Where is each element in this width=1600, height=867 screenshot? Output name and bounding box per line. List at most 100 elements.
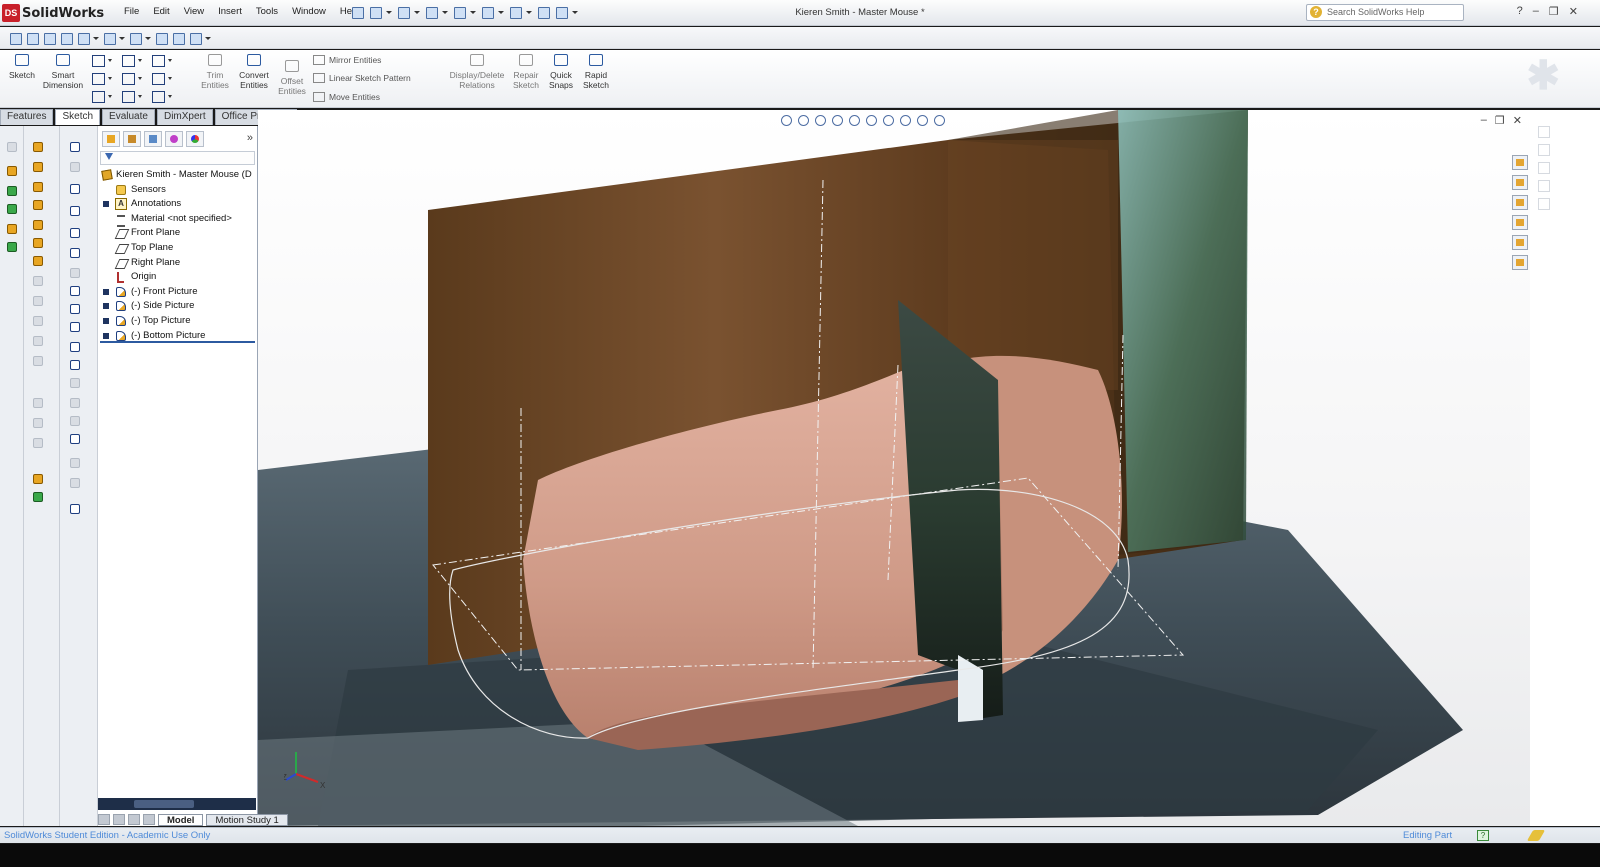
helix-icon[interactable] <box>5 240 19 254</box>
mirror-entities-button[interactable]: Mirror Entities <box>313 55 381 65</box>
expand-icon[interactable] <box>103 332 109 339</box>
previous-view-icon[interactable] <box>42 30 56 46</box>
more-tabs-icon[interactable]: » <box>247 132 253 144</box>
status-help-icon[interactable]: ? <box>1477 830 1489 841</box>
revolved-cut-icon[interactable] <box>31 160 45 174</box>
undo-icon[interactable] <box>480 4 494 20</box>
move-face-icon[interactable] <box>31 396 45 410</box>
datum-target-icon[interactable] <box>68 358 82 372</box>
display-style-dropdown-icon[interactable] <box>119 30 125 46</box>
view-setting-hud-icon[interactable] <box>933 114 946 127</box>
expand-icon[interactable] <box>103 288 109 295</box>
feature-manager-tab-icon[interactable] <box>102 131 120 147</box>
sweep-icon[interactable] <box>5 184 19 198</box>
expand-icon[interactable] <box>103 317 109 324</box>
expand-icon[interactable] <box>103 201 109 208</box>
tree-item-side-picture[interactable]: (-) Side Picture <box>98 299 256 314</box>
zoom-area-hud-icon[interactable] <box>797 114 810 127</box>
appearance-hud-icon[interactable] <box>899 114 912 127</box>
arc-icon[interactable] <box>120 71 150 85</box>
geometric-tolerance-icon[interactable] <box>68 320 82 334</box>
section-view-icon[interactable] <box>59 30 73 46</box>
replace-face-icon[interactable] <box>31 436 45 450</box>
smart-dimension-button[interactable]: Smart Dimension <box>40 52 86 90</box>
tree-item-top-plane[interactable]: Top Plane <box>98 241 256 256</box>
circle-icon[interactable] <box>120 53 150 67</box>
rebuild-icon[interactable] <box>536 4 550 20</box>
display-style-hud-icon[interactable] <box>865 114 878 127</box>
dimxpert-manager-tab-icon[interactable] <box>165 131 183 147</box>
new-document-icon[interactable] <box>368 4 382 20</box>
smart-dimension-small-icon[interactable] <box>68 140 82 154</box>
wrap-icon[interactable] <box>31 274 45 288</box>
note-icon[interactable] <box>68 226 82 240</box>
tree-item-front-picture[interactable]: (-) Front Picture <box>98 285 256 300</box>
tree-item-annotations[interactable]: A Annotations <box>98 197 256 212</box>
chamfer-icon[interactable] <box>31 198 45 212</box>
last-tab-nav-icon[interactable] <box>143 814 155 825</box>
menu-tools[interactable]: Tools <box>249 6 285 17</box>
hide-show-hud-icon[interactable] <box>882 114 895 127</box>
tree-item-origin[interactable]: Origin <box>98 270 256 285</box>
menu-insert[interactable]: Insert <box>211 6 249 17</box>
dome-icon[interactable] <box>31 294 45 308</box>
open-icon[interactable] <box>396 4 410 20</box>
first-tab-nav-icon[interactable] <box>98 814 110 825</box>
tree-item-sensors[interactable]: Sensors <box>98 183 256 198</box>
view-orientation-icon[interactable] <box>76 30 90 46</box>
tree-item-top-picture[interactable]: (-) Top Picture <box>98 314 256 329</box>
boundary-icon[interactable] <box>5 222 19 236</box>
hole-callout-icon[interactable] <box>68 376 82 390</box>
pin-icon[interactable] <box>350 4 364 20</box>
design-library-icon[interactable] <box>1512 175 1528 190</box>
display-delete-relations-button[interactable]: Display/Delete Relations <box>446 52 508 90</box>
tree-item-material[interactable]: Material <not specified> <box>98 212 256 227</box>
extruded-cut-icon[interactable] <box>31 140 45 154</box>
tab-evaluate[interactable]: Evaluate <box>102 109 155 125</box>
options-dropdown-icon[interactable] <box>572 4 578 20</box>
previous-view-hud-icon[interactable] <box>814 114 827 127</box>
view-settings-dropdown-icon[interactable] <box>205 30 211 46</box>
close-icon[interactable]: ✕ <box>1569 5 1578 18</box>
new-dropdown-icon[interactable] <box>386 4 392 20</box>
tab-sketch[interactable]: Sketch <box>55 109 101 125</box>
property-manager-tab-icon[interactable] <box>123 131 141 147</box>
spline-icon[interactable] <box>150 53 180 67</box>
undo-dropdown-icon[interactable] <box>498 4 504 20</box>
intersect-icon[interactable] <box>31 314 45 328</box>
pin-pane-icon[interactable] <box>1538 144 1550 156</box>
area-hatch-icon[interactable] <box>68 414 82 428</box>
print-dropdown-icon[interactable] <box>470 4 476 20</box>
save-dropdown-icon[interactable] <box>442 4 448 20</box>
help-dropdown-icon[interactable]: ? <box>1517 5 1523 18</box>
tab-model[interactable]: Model <box>158 813 204 826</box>
delete-face-icon[interactable] <box>31 416 45 430</box>
extrude-boss-icon[interactable] <box>5 140 19 154</box>
tab-motion-study-1[interactable]: Motion Study 1 <box>206 813 288 826</box>
options-icon[interactable] <box>554 4 568 20</box>
configuration-manager-tab-icon[interactable] <box>144 131 162 147</box>
ellipse-icon[interactable] <box>150 71 180 85</box>
zoom-to-fit-icon[interactable] <box>8 30 22 46</box>
trim-entities-button[interactable]: Trim Entities <box>196 52 234 90</box>
datum-feature-icon[interactable] <box>68 340 82 354</box>
view-settings-icon[interactable] <box>188 30 202 46</box>
display-manager-tab-icon[interactable] <box>186 131 204 147</box>
horizontal-dimension-icon[interactable] <box>68 160 82 174</box>
hide-show-items-icon[interactable] <box>128 30 142 46</box>
tree-root[interactable]: Kieren Smith - Master Mouse (D <box>98 168 256 183</box>
shell-icon[interactable] <box>31 218 45 232</box>
tree-item-front-plane[interactable]: Front Plane <box>98 226 256 241</box>
appearances-icon[interactable] <box>1512 235 1528 250</box>
graphics-area[interactable]: – ❐ ✕ Z X <box>258 110 1530 826</box>
instant3d-icon[interactable] <box>31 490 45 504</box>
scene-hud-icon[interactable] <box>916 114 929 127</box>
print-icon[interactable] <box>452 4 466 20</box>
block-icon[interactable] <box>68 432 82 446</box>
zoom-to-fit-hud-icon[interactable] <box>780 114 793 127</box>
save-icon[interactable] <box>424 4 438 20</box>
combine-icon[interactable] <box>31 334 45 348</box>
solidworks-resources-icon[interactable] <box>1512 155 1528 170</box>
convert-entities-button[interactable]: Convert Entities <box>234 52 274 90</box>
spell-check-icon[interactable] <box>68 182 82 196</box>
